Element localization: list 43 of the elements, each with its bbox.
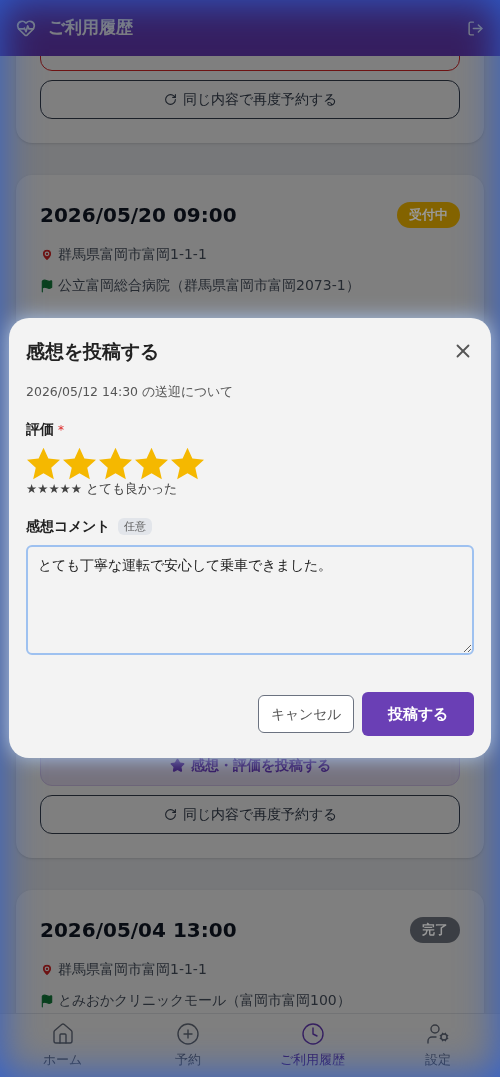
rebook-button[interactable]: 同じ内容で再度予約する xyxy=(40,795,460,834)
refresh-icon xyxy=(163,808,177,821)
status-badge: 受付中 xyxy=(397,202,460,228)
plus-circle-icon xyxy=(175,1021,200,1046)
rating-label: 評価 xyxy=(26,420,54,440)
nav-tab[interactable]: 設定 xyxy=(375,1014,500,1077)
location-pin-icon xyxy=(40,962,54,977)
star-icon[interactable] xyxy=(98,447,133,481)
optional-badge: 任意 xyxy=(118,517,152,536)
destination-address: とみおかクリニックモール（富岡市富岡100） xyxy=(58,991,351,1010)
home-icon xyxy=(50,1021,75,1046)
comment-field[interactable]: とても丁寧な運転で安心して乗車できました。 xyxy=(26,545,474,655)
comment-label: 感想コメント xyxy=(26,517,110,536)
star-icon xyxy=(169,757,185,773)
star-icon[interactable] xyxy=(26,447,61,481)
required-mark: * xyxy=(58,421,64,439)
clock-icon xyxy=(300,1021,325,1046)
logout-icon[interactable] xyxy=(467,19,484,37)
submit-button[interactable]: 投稿する xyxy=(362,692,474,736)
pickup-address: 群馬県富岡市富岡1-1-1 xyxy=(58,960,207,979)
rebook-button[interactable]: 同じ内容で再度予約する xyxy=(40,80,460,119)
rating-text: ★★★★★ とても良かった xyxy=(26,480,178,499)
flag-icon xyxy=(40,278,54,293)
dialog-title: 感想を投稿する xyxy=(26,339,159,364)
reservation-datetime: 2026/05/20 09:00 xyxy=(40,202,237,229)
user-gear-icon xyxy=(425,1021,450,1046)
star-icon[interactable] xyxy=(170,447,205,481)
star-icon[interactable] xyxy=(62,447,97,481)
star-icon[interactable] xyxy=(134,447,169,481)
location-pin-icon xyxy=(40,247,54,262)
header-title: ご利用履歴 xyxy=(48,16,134,40)
dialog-subtitle: 2026/05/12 14:30 の送迎について xyxy=(26,382,234,401)
destination-address: 公立富岡総合病院（群馬県富岡市富岡2073-1） xyxy=(58,276,360,295)
flag-icon xyxy=(40,993,54,1008)
cancel-button[interactable]: キャンセル xyxy=(258,695,354,733)
star-rating[interactable] xyxy=(26,447,205,481)
refresh-icon xyxy=(163,93,177,106)
status-badge: 完了 xyxy=(410,917,460,943)
pickup-address: 群馬県富岡市富岡1-1-1 xyxy=(58,245,207,264)
heart-pulse-icon xyxy=(16,18,36,38)
nav-tab[interactable]: ご利用履歴 xyxy=(250,1014,375,1077)
nav-tab[interactable]: 予約 xyxy=(125,1014,250,1077)
reservation-datetime: 2026/05/04 13:00 xyxy=(40,917,237,944)
